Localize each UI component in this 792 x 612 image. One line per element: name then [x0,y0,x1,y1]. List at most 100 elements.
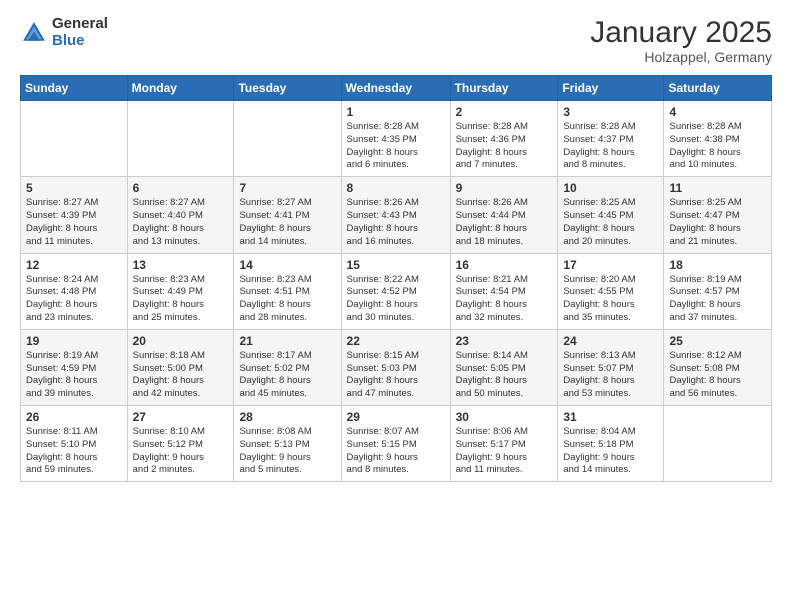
day-number-4-5: 31 [563,410,658,424]
cell-0-6: 4 Sunrise: 8:28 AM Sunset: 4:38 PM Daylig… [664,101,772,177]
cell-2-2: 14Sunrise: 8:23 AM Sunset: 4:51 PM Dayli… [234,253,341,329]
cell-4-5: 31 Sunrise: 8:04 AM Sunset: 5:18 PM Dayli… [558,406,664,482]
cell-3-4: 23Sunrise: 8:14 AM Sunset: 5:05 PM Dayli… [450,329,558,405]
cell-2-6: 18 Sunrise: 8:19 AM Sunset: 4:57 PM Dayli… [664,253,772,329]
header-friday: Friday [558,76,664,101]
day-number-4-3: 29 [347,410,445,424]
day-number-4-4: 30 [456,410,553,424]
cell-3-6: 25 Sunrise: 8:12 AM Sunset: 5:08 PM Dayli… [664,329,772,405]
page-title: January 2025 [590,16,772,49]
day-detail-1-1: Sunrise: 8:27 AM Sunset: 4:40 PM Dayligh… [133,197,229,248]
cell-1-6: 11Sunrise: 8:25 AM Sunset: 4:47 PM Dayli… [664,177,772,253]
day-number-1-0: 5 [26,181,122,195]
day-detail-0-5: Sunrise: 8:28 AM Sunset: 4:37 PM Dayligh… [563,121,658,172]
day-number-4-0: 26 [26,410,122,424]
cell-1-2: 7 Sunrise: 8:27 AM Sunset: 4:41 PM Daylig… [234,177,341,253]
cell-4-6 [664,406,772,482]
day-number-0-4: 2 [456,105,553,119]
week-row-2: 12 Sunrise: 8:24 AM Sunset: 4:48 PM Dayli… [21,253,772,329]
cell-3-3: 22Sunrise: 8:15 AM Sunset: 5:03 PM Dayli… [341,329,450,405]
day-detail-3-3: Sunrise: 8:15 AM Sunset: 5:03 PM Dayligh… [347,350,445,401]
week-row-3: 19Sunrise: 8:19 AM Sunset: 4:59 PM Dayli… [21,329,772,405]
calendar-body: 1 Sunrise: 8:28 AM Sunset: 4:35 PM Daylig… [21,101,772,482]
cell-2-0: 12 Sunrise: 8:24 AM Sunset: 4:48 PM Dayli… [21,253,128,329]
day-detail-4-0: Sunrise: 8:11 AM Sunset: 5:10 PM Dayligh… [26,426,122,477]
cell-0-1 [127,101,234,177]
cell-4-2: 28 Sunrise: 8:08 AM Sunset: 5:13 PM Dayli… [234,406,341,482]
cell-0-2 [234,101,341,177]
calendar-header: Sunday Monday Tuesday Wednesday Thursday… [21,76,772,101]
day-detail-3-6: Sunrise: 8:12 AM Sunset: 5:08 PM Dayligh… [669,350,766,401]
day-detail-2-6: Sunrise: 8:19 AM Sunset: 4:57 PM Dayligh… [669,274,766,325]
day-detail-1-6: Sunrise: 8:25 AM Sunset: 4:47 PM Dayligh… [669,197,766,248]
cell-0-5: 3 Sunrise: 8:28 AM Sunset: 4:37 PM Daylig… [558,101,664,177]
day-number-3-1: 20 [133,334,229,348]
day-detail-1-4: Sunrise: 8:26 AM Sunset: 4:44 PM Dayligh… [456,197,553,248]
day-number-3-6: 25 [669,334,766,348]
day-number-2-1: 13 [133,258,229,272]
day-detail-0-3: Sunrise: 8:28 AM Sunset: 4:35 PM Dayligh… [347,121,445,172]
day-number-0-6: 4 [669,105,766,119]
cell-2-3: 15Sunrise: 8:22 AM Sunset: 4:52 PM Dayli… [341,253,450,329]
day-detail-3-2: Sunrise: 8:17 AM Sunset: 5:02 PM Dayligh… [239,350,335,401]
cell-3-5: 24Sunrise: 8:13 AM Sunset: 5:07 PM Dayli… [558,329,664,405]
day-number-4-2: 28 [239,410,335,424]
logo-general-label: General [52,16,108,33]
calendar-table: Sunday Monday Tuesday Wednesday Thursday… [20,75,772,482]
day-number-0-5: 3 [563,105,658,119]
cell-2-5: 17Sunrise: 8:20 AM Sunset: 4:55 PM Dayli… [558,253,664,329]
cell-4-1: 27 Sunrise: 8:10 AM Sunset: 5:12 PM Dayli… [127,406,234,482]
day-detail-3-4: Sunrise: 8:14 AM Sunset: 5:05 PM Dayligh… [456,350,553,401]
day-number-4-1: 27 [133,410,229,424]
header-monday: Monday [127,76,234,101]
day-detail-3-5: Sunrise: 8:13 AM Sunset: 5:07 PM Dayligh… [563,350,658,401]
day-detail-4-5: Sunrise: 8:04 AM Sunset: 5:18 PM Dayligh… [563,426,658,477]
day-detail-4-3: Sunrise: 8:07 AM Sunset: 5:15 PM Dayligh… [347,426,445,477]
day-number-2-6: 18 [669,258,766,272]
day-number-2-3: 15 [347,258,445,272]
day-detail-2-0: Sunrise: 8:24 AM Sunset: 4:48 PM Dayligh… [26,274,122,325]
weekday-header-row: Sunday Monday Tuesday Wednesday Thursday… [21,76,772,101]
cell-1-0: 5 Sunrise: 8:27 AM Sunset: 4:39 PM Daylig… [21,177,128,253]
day-detail-2-4: Sunrise: 8:21 AM Sunset: 4:54 PM Dayligh… [456,274,553,325]
title-block: January 2025 Holzappel, Germany [590,16,772,65]
logo-blue-label: Blue [52,33,108,50]
day-detail-2-1: Sunrise: 8:23 AM Sunset: 4:49 PM Dayligh… [133,274,229,325]
cell-1-1: 6 Sunrise: 8:27 AM Sunset: 4:40 PM Daylig… [127,177,234,253]
day-number-1-1: 6 [133,181,229,195]
cell-3-0: 19Sunrise: 8:19 AM Sunset: 4:59 PM Dayli… [21,329,128,405]
header-wednesday: Wednesday [341,76,450,101]
day-detail-1-5: Sunrise: 8:25 AM Sunset: 4:45 PM Dayligh… [563,197,658,248]
day-number-2-5: 17 [563,258,658,272]
cell-1-5: 10 Sunrise: 8:25 AM Sunset: 4:45 PM Dayli… [558,177,664,253]
day-detail-4-1: Sunrise: 8:10 AM Sunset: 5:12 PM Dayligh… [133,426,229,477]
day-number-1-2: 7 [239,181,335,195]
day-detail-3-0: Sunrise: 8:19 AM Sunset: 4:59 PM Dayligh… [26,350,122,401]
header-sunday: Sunday [21,76,128,101]
day-detail-4-4: Sunrise: 8:06 AM Sunset: 5:17 PM Dayligh… [456,426,553,477]
day-number-0-3: 1 [347,105,445,119]
day-detail-2-2: Sunrise: 8:23 AM Sunset: 4:51 PM Dayligh… [239,274,335,325]
header-saturday: Saturday [664,76,772,101]
cell-0-3: 1 Sunrise: 8:28 AM Sunset: 4:35 PM Daylig… [341,101,450,177]
header: General Blue January 2025 Holzappel, Ger… [20,16,772,65]
day-detail-4-2: Sunrise: 8:08 AM Sunset: 5:13 PM Dayligh… [239,426,335,477]
cell-4-3: 29 Sunrise: 8:07 AM Sunset: 5:15 PM Dayli… [341,406,450,482]
cell-0-4: 2Sunrise: 8:28 AM Sunset: 4:36 PM Daylig… [450,101,558,177]
cell-0-0 [21,101,128,177]
cell-4-4: 30 Sunrise: 8:06 AM Sunset: 5:17 PM Dayli… [450,406,558,482]
day-number-1-5: 10 [563,181,658,195]
day-number-2-0: 12 [26,258,122,272]
day-number-1-4: 9 [456,181,553,195]
day-detail-1-0: Sunrise: 8:27 AM Sunset: 4:39 PM Dayligh… [26,197,122,248]
day-detail-1-2: Sunrise: 8:27 AM Sunset: 4:41 PM Dayligh… [239,197,335,248]
cell-2-4: 16Sunrise: 8:21 AM Sunset: 4:54 PM Dayli… [450,253,558,329]
cell-3-1: 20 Sunrise: 8:18 AM Sunset: 5:00 PM Dayli… [127,329,234,405]
day-detail-0-6: Sunrise: 8:28 AM Sunset: 4:38 PM Dayligh… [669,121,766,172]
cell-4-0: 26 Sunrise: 8:11 AM Sunset: 5:10 PM Dayli… [21,406,128,482]
logo: General Blue [20,16,108,49]
day-detail-3-1: Sunrise: 8:18 AM Sunset: 5:00 PM Dayligh… [133,350,229,401]
cell-1-3: 8Sunrise: 8:26 AM Sunset: 4:43 PM Daylig… [341,177,450,253]
week-row-1: 5 Sunrise: 8:27 AM Sunset: 4:39 PM Daylig… [21,177,772,253]
page: General Blue January 2025 Holzappel, Ger… [0,0,792,498]
